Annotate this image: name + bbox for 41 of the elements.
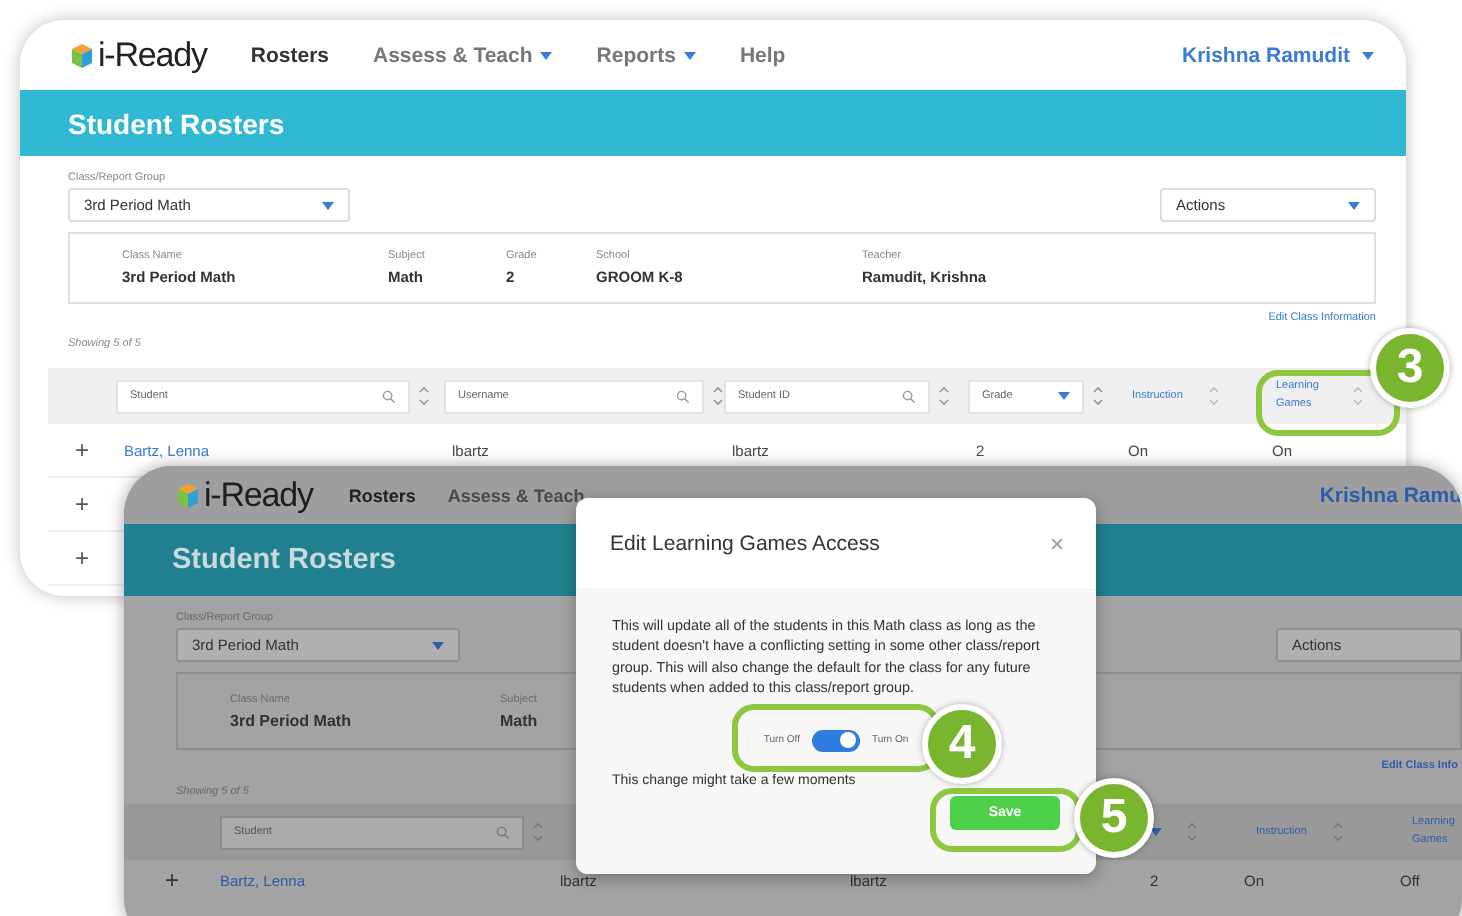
sort-icon[interactable] xyxy=(1092,384,1104,408)
sort-icon[interactable] xyxy=(712,384,724,408)
nav-link[interactable]: Assess & Teach xyxy=(373,43,553,67)
sort-icon[interactable] xyxy=(1186,820,1198,844)
sort-icon[interactable] xyxy=(938,384,950,408)
step-number: 3 xyxy=(1370,328,1450,408)
search-icon xyxy=(902,389,916,403)
logo-text: i-Ready xyxy=(98,35,207,75)
nav-link[interactable]: Assess & Teach xyxy=(447,485,585,505)
logo-icon xyxy=(70,41,94,69)
sort-icon[interactable] xyxy=(1208,384,1220,408)
expand-button[interactable]: + xyxy=(74,436,89,464)
nav-link[interactable]: Rosters xyxy=(250,43,329,67)
nav-link[interactable]: Rosters xyxy=(348,485,416,505)
info-value: Math xyxy=(500,711,540,729)
page-title: Student Rosters xyxy=(172,544,396,576)
user-menu[interactable]: Krishna Ramudit xyxy=(1181,43,1374,67)
sort-icon[interactable] xyxy=(1352,384,1364,408)
search-icon xyxy=(676,389,690,403)
search-icon xyxy=(382,389,396,403)
caret-icon xyxy=(1058,392,1070,400)
toggle-switch[interactable] xyxy=(811,729,860,752)
close-button[interactable]: × xyxy=(1049,529,1064,557)
page-title: Student Rosters xyxy=(68,107,285,139)
expand-button[interactable]: + xyxy=(74,490,89,518)
sort-icon[interactable] xyxy=(532,820,544,844)
dialog-title: Edit Learning Games Access xyxy=(610,531,880,555)
nav-link[interactable]: Reports xyxy=(596,43,696,67)
caret-icon xyxy=(1362,51,1374,59)
expand-button[interactable]: + xyxy=(164,866,179,894)
logo-icon xyxy=(176,481,200,509)
caret-icon xyxy=(1348,201,1360,209)
sort-icon[interactable] xyxy=(1332,820,1344,844)
caret-icon xyxy=(432,641,444,649)
caret-icon xyxy=(322,201,334,209)
info-value: 3rd Period Math xyxy=(230,711,353,729)
search-icon xyxy=(496,825,510,839)
logo-text: i-Ready xyxy=(204,475,313,515)
nav-link[interactable]: Help xyxy=(739,43,786,67)
sort-icon[interactable] xyxy=(418,384,430,408)
expand-button[interactable]: + xyxy=(74,544,89,572)
